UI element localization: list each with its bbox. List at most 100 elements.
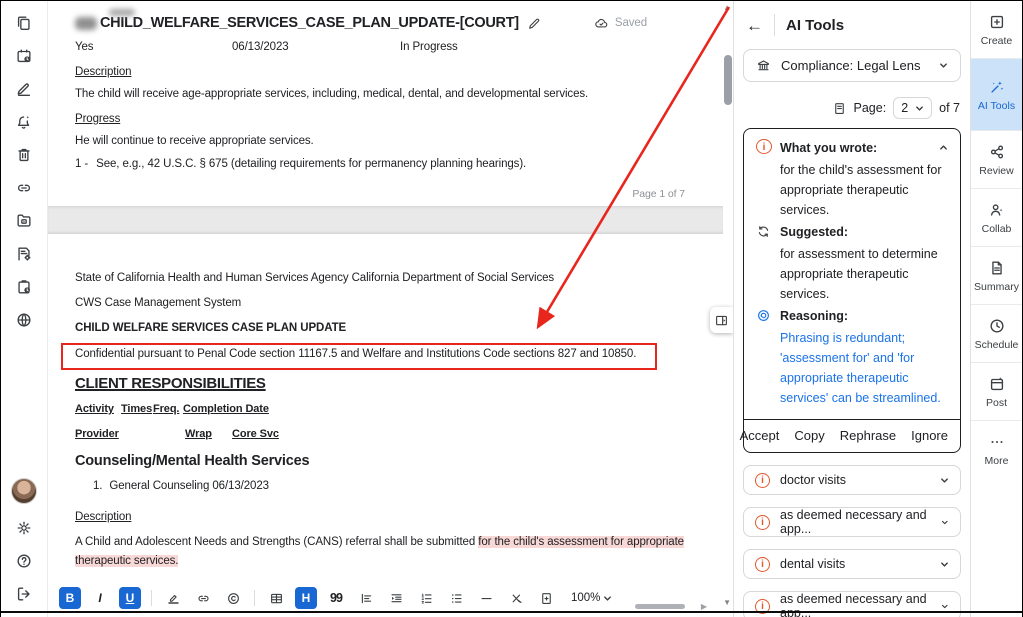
trash-icon[interactable]	[13, 145, 35, 164]
link-icon[interactable]	[13, 178, 35, 197]
suggested-text: for assessment to determine appropriate …	[780, 244, 948, 304]
service-item-text: General Counseling 06/13/2023	[109, 480, 269, 492]
service-list-item: 1. General Counseling 06/13/2023	[75, 480, 693, 492]
tab-post[interactable]: Post	[971, 363, 1022, 421]
card-actions: Accept Copy Rephrase Ignore	[744, 420, 960, 452]
page-total: of 7	[939, 101, 960, 115]
tab-label: Collab	[982, 223, 1012, 235]
chevron-down-icon	[915, 104, 924, 113]
scroll-right-arrow[interactable]: ▶	[701, 602, 707, 611]
tab-ai-tools[interactable]: AI Tools	[971, 59, 1022, 131]
help-icon[interactable]	[13, 551, 35, 570]
bell-icon[interactable]	[13, 112, 35, 131]
suggestion-item-as-deemed-1[interactable]: i as deemed necessary and app...	[743, 507, 961, 537]
gear-icon[interactable]	[13, 518, 35, 537]
suggestion-item-doctor-visits[interactable]: i doctor visits	[743, 465, 961, 495]
tab-schedule[interactable]: Schedule	[971, 305, 1022, 363]
right-toolbar: Create AI Tools Review Collab Summary Sc…	[970, 1, 1022, 617]
user-avatar[interactable]	[11, 478, 37, 504]
footnote-marker: 1 -	[75, 158, 88, 170]
magic-wand-icon	[988, 78, 1006, 96]
horizontal-scrollbar-thumb[interactable]	[635, 604, 685, 609]
globe-icon[interactable]	[13, 310, 35, 329]
toolbar-separator	[151, 590, 152, 606]
tab-review[interactable]: Review	[971, 131, 1022, 189]
clipboard-clock-icon[interactable]	[13, 277, 35, 296]
chevron-down-icon	[940, 560, 949, 569]
col-times: Times	[121, 403, 152, 415]
heading-button[interactable]: H	[295, 587, 317, 609]
page-select[interactable]: 2	[893, 97, 932, 119]
scroll-up-arrow[interactable]: ▲	[723, 3, 731, 12]
suggestion-card-body: i What you wrote: for the child's assess…	[744, 129, 960, 413]
info-icon: i	[755, 515, 770, 530]
cans-paragraph: A Child and Adolescent Needs and Strengt…	[75, 533, 689, 571]
align-left-button[interactable]	[355, 587, 377, 609]
suggestion-item-as-deemed-2[interactable]: i as deemed necessary and app...	[743, 591, 961, 617]
horizontal-rule-button[interactable]	[475, 587, 497, 609]
chevron-down-icon	[941, 602, 949, 611]
header-divider	[774, 14, 775, 36]
list-number: 1.	[93, 480, 102, 492]
rephrase-button[interactable]: Rephrase	[840, 428, 896, 443]
tab-more[interactable]: More	[971, 421, 1022, 479]
saved-status: Saved	[594, 16, 647, 31]
redacted-blur-2	[109, 9, 135, 16]
tab-label: Summary	[974, 281, 1019, 293]
col-provider: Provider	[75, 428, 119, 440]
schedule-clock-icon	[988, 317, 1006, 335]
summary-doc-icon	[988, 259, 1006, 277]
info-icon: i	[755, 473, 770, 488]
copy-icon[interactable]	[13, 13, 35, 32]
quote-button[interactable]: 99	[325, 587, 347, 609]
page-selector-row: Page: 2 of 7	[734, 97, 970, 119]
collapse-panel-button[interactable]	[710, 307, 733, 333]
calendar-clock-icon[interactable]	[13, 46, 35, 65]
reasoning-label: Reasoning:	[780, 307, 848, 326]
logout-icon[interactable]	[13, 584, 35, 603]
vertical-scrollbar-thumb[interactable]	[724, 55, 732, 105]
copyright-button[interactable]	[222, 587, 244, 609]
accept-button[interactable]: Accept	[740, 428, 780, 443]
tab-create[interactable]: Create	[971, 1, 1022, 59]
insert-page-button[interactable]	[535, 587, 557, 609]
document-gear-icon[interactable]	[13, 244, 35, 263]
compliance-selector[interactable]: Compliance: Legal Lens	[743, 49, 961, 82]
compliance-label: Compliance: Legal Lens	[781, 58, 920, 73]
italic-button[interactable]: I	[89, 587, 111, 609]
ignore-button[interactable]: Ignore	[911, 428, 948, 443]
bullet-list-button[interactable]	[445, 587, 467, 609]
scroll-down-arrow[interactable]: ▼	[723, 598, 731, 607]
bold-button[interactable]: B	[59, 587, 81, 609]
clear-format-button[interactable]	[505, 587, 527, 609]
progress-label: Progress	[75, 113, 693, 125]
underline-button[interactable]: U	[119, 587, 141, 609]
copy-button[interactable]: Copy	[794, 428, 824, 443]
table-header-row-2: Provider Wrap Core Svc	[75, 428, 693, 442]
insert-table-button[interactable]	[265, 587, 287, 609]
wrote-text: for the child's assessment for appropria…	[780, 160, 948, 220]
chevron-down-icon	[940, 476, 949, 485]
page-label: Page:	[854, 101, 887, 115]
back-arrow-icon[interactable]: ←	[746, 17, 763, 34]
ai-tools-panel: ← AI Tools Compliance: Legal Lens Page: …	[733, 1, 970, 617]
tab-summary[interactable]: Summary	[971, 247, 1022, 305]
zoom-control[interactable]: 100%	[571, 592, 612, 604]
ordered-list-button[interactable]	[415, 587, 437, 609]
client-responsibilities-heading: CLIENT RESPONSIBILITIES	[75, 375, 693, 392]
sidebar-toggle-icon	[714, 313, 729, 328]
highlight-pen-button[interactable]	[162, 587, 184, 609]
chevron-down-icon	[939, 61, 948, 70]
agency-line: State of California Health and Human Ser…	[75, 272, 693, 284]
collapse-card-icon[interactable]	[939, 141, 948, 155]
tab-collab[interactable]: Collab	[971, 189, 1022, 247]
document-content: CHILD_WELFARE_SERVICES_CASE_PLAN_UPDATE-…	[48, 1, 733, 600]
edit-title-icon[interactable]	[527, 16, 542, 31]
insert-link-button[interactable]	[192, 587, 214, 609]
pencil-icon[interactable]	[13, 79, 35, 98]
refresh-icon	[756, 223, 772, 242]
folder-media-icon[interactable]	[13, 211, 35, 230]
suggestion-item-label: doctor visits	[780, 473, 846, 487]
indent-button[interactable]	[385, 587, 407, 609]
suggestion-item-dental-visits[interactable]: i dental visits	[743, 549, 961, 579]
